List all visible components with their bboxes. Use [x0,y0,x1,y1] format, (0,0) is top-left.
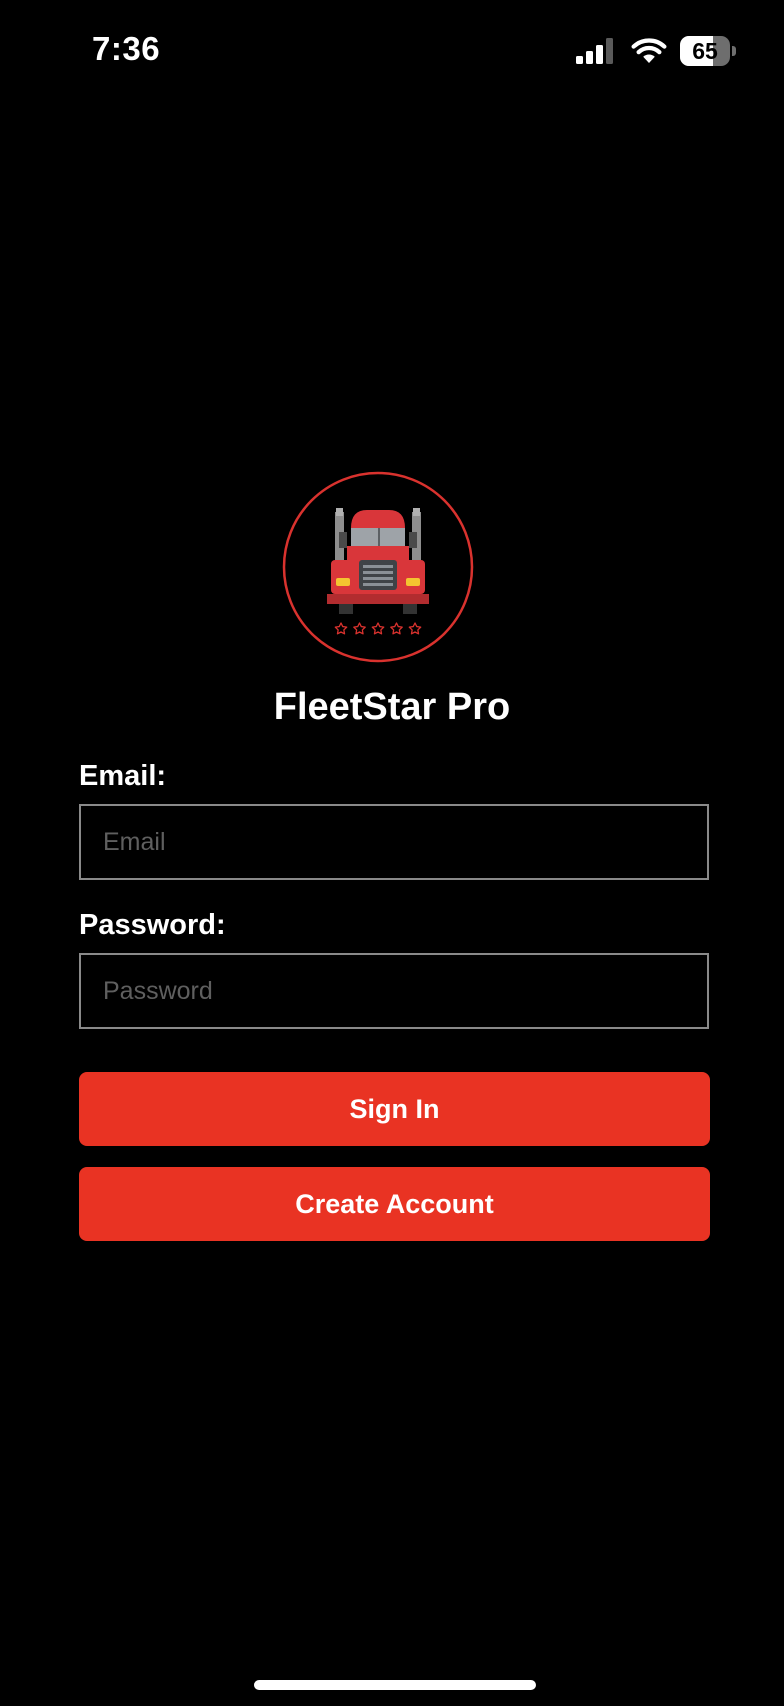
app-title: FleetStar Pro [273,686,511,728]
signal-bar [596,45,603,64]
semi-truck-icon [327,508,429,614]
sign-in-button[interactable]: Sign In [79,1072,710,1146]
battery-nub [732,46,736,56]
app-logo [282,471,474,663]
status-bar: 7:36 65 [0,0,784,110]
cellular-signal-icon [576,38,613,64]
email-label: Email: [79,760,167,792]
status-time: 7:36 [92,30,161,67]
battery-level: 65 [692,38,718,64]
create-account-button[interactable]: Create Account [79,1167,710,1241]
signal-bar [606,38,613,64]
battery-body: 65 [680,36,730,66]
email-field[interactable] [79,804,709,880]
signal-bar [576,56,583,64]
home-indicator[interactable] [254,1680,536,1690]
password-label: Password: [79,909,226,941]
signal-bar [586,51,593,64]
password-field[interactable] [79,953,709,1029]
battery-icon: 65 [680,36,736,66]
wifi-icon [631,38,667,63]
